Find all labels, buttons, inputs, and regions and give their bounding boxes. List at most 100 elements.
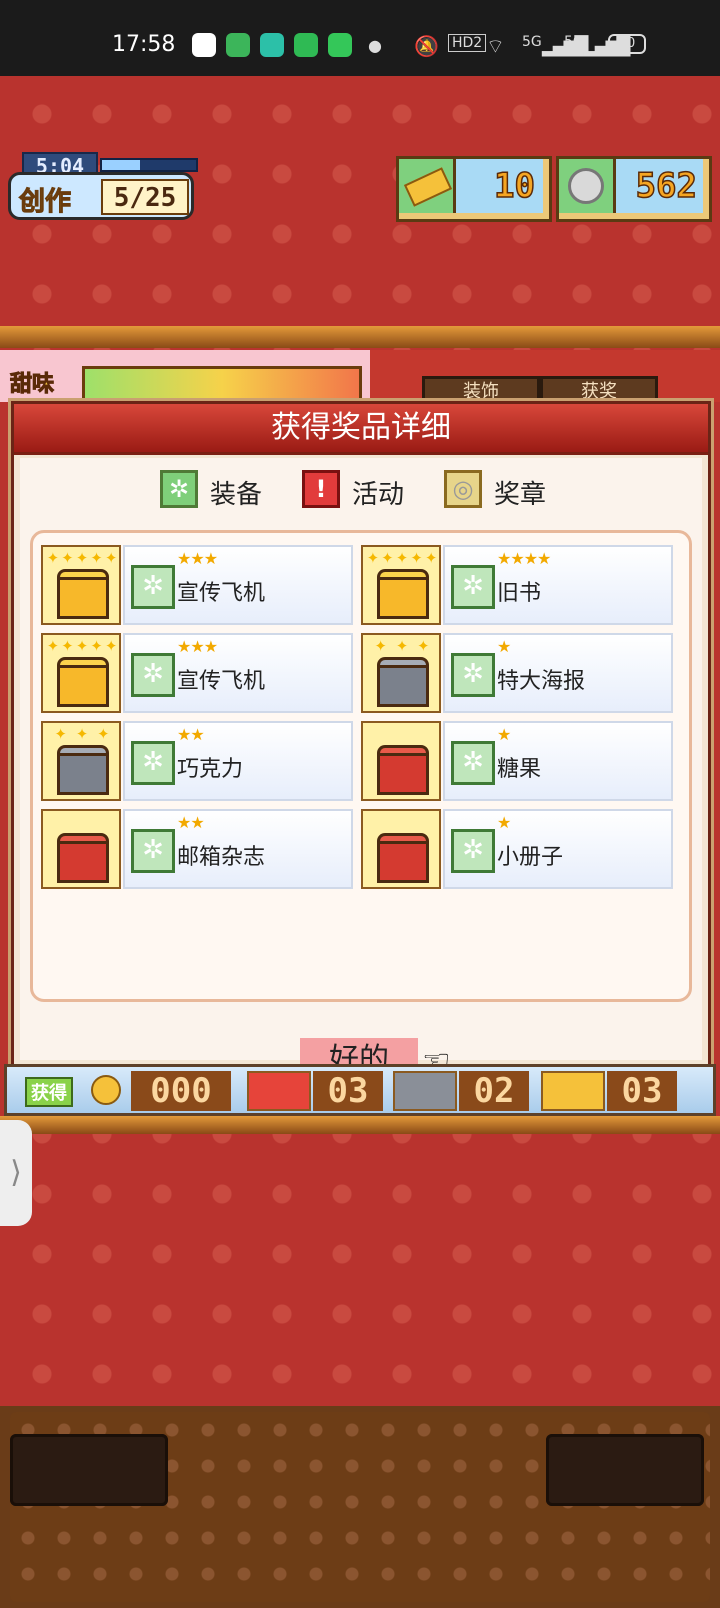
- battery-icon: 60: [608, 34, 646, 54]
- legend-event-label: 活动: [352, 480, 405, 510]
- gold-chest-icon: ✦✦✦✦✦: [41, 633, 121, 713]
- prize-item: ✲ ★ 小册子: [361, 809, 676, 891]
- red-chest-icon: [247, 1071, 311, 1111]
- modal-title: 获得奖品详细: [14, 404, 708, 455]
- prize-item: ✦✦✦✦✦ ✲ ★★★★ 旧书: [361, 545, 676, 627]
- shelf-divider: [0, 326, 720, 348]
- timer-bar: [100, 158, 198, 172]
- medal-counter[interactable]: 562: [556, 156, 712, 222]
- prize-name: 宣传飞机: [177, 669, 266, 694]
- silver-chest-icon: ✦ ✦ ✦: [41, 721, 121, 801]
- more-dot-icon: ●: [368, 36, 382, 55]
- gear-icon: ✲: [131, 829, 175, 873]
- gear-icon: ✲: [131, 741, 175, 785]
- mute-icon: 🔕: [414, 34, 439, 58]
- shelf-divider-lower: [0, 1116, 720, 1134]
- signal-5g-2: 5G: [564, 34, 584, 50]
- sparkles-icon: ✦✦✦✦✦: [46, 549, 120, 567]
- behind-panel-label: 甜味: [9, 372, 55, 398]
- signal-5g-1: 5G: [522, 34, 542, 50]
- legend-medal-label: 奖章: [494, 480, 547, 510]
- left-slot[interactable]: [10, 1434, 168, 1506]
- wifi-icon: ⌔: [486, 34, 505, 58]
- behind-tab-decorate: 装饰: [422, 376, 540, 402]
- gear-icon: ✲: [451, 565, 495, 609]
- rarity-stars: ★★: [177, 813, 205, 832]
- prize-item: ✦ ✦ ✦ ✲ ★★ 巧克力: [41, 721, 356, 803]
- phone-app-icon: [328, 33, 352, 57]
- prize-card: ✲ ★★★ 宣传飞机: [123, 633, 353, 713]
- prize-counter-bar: 获得 000 03 02 03: [4, 1064, 716, 1116]
- create-count: 5/25: [101, 179, 189, 215]
- prize-card: ✲ ★★ 巧克力: [123, 721, 353, 801]
- counter-label: 获得: [25, 1077, 73, 1107]
- message-app-icon: [226, 33, 250, 57]
- gear-icon: ✲: [451, 741, 495, 785]
- prize-item: ✦✦✦✦✦ ✲ ★★★ 宣传飞机: [41, 545, 356, 627]
- gear-icon: ✲: [131, 565, 175, 609]
- prize-name: 小册子: [497, 845, 564, 870]
- medal-icon: ◎: [444, 470, 482, 508]
- ticket-counter[interactable]: 10: [396, 156, 552, 222]
- red-chest-count: 03: [313, 1071, 383, 1111]
- create-panel: 创作 5/25: [8, 172, 194, 220]
- prize-card: ✲ ★★★★ 旧书: [443, 545, 673, 625]
- exclamation-icon: !: [302, 470, 340, 508]
- chat-app-icon: [260, 33, 284, 57]
- prize-card: ✲ ★ 小册子: [443, 809, 673, 889]
- prize-item: ✲ ★ 糖果: [361, 721, 676, 803]
- behind-tab-award: 获奖: [540, 376, 658, 402]
- rarity-stars: ★: [497, 637, 511, 656]
- medal-icon: [559, 159, 616, 213]
- rarity-stars: ★★★: [177, 637, 218, 656]
- gold-chest-icon: ✦✦✦✦✦: [361, 545, 441, 625]
- modal-body: ✲ 装备 ! 活动 ◎ 奖章 ✦✦✦✦✦ ✲ ★★★ 宣传飞机 ✦✦✦✦✦ ✲ ★★★★ 旧书…: [20, 458, 702, 1082]
- prize-name: 宣传飞机: [177, 581, 266, 606]
- gear-icon: ✲: [451, 829, 495, 873]
- gold-chest-icon: [541, 1071, 605, 1111]
- legend-equipment-label: 装备: [210, 480, 263, 510]
- gear-icon: ✲: [160, 470, 198, 508]
- prize-card: ✲ ★ 糖果: [443, 721, 673, 801]
- bottom-table: [0, 1406, 720, 1608]
- status-bar: 17:58 ● 🔕 HD2 ⌔ 5G ▂▄▆█ 5G ▂▄▆█ 60: [0, 0, 720, 76]
- gold-chest-count: 03: [607, 1071, 677, 1111]
- silver-chest-count: 02: [459, 1071, 529, 1111]
- sparkles-icon: ✦ ✦ ✦: [54, 725, 112, 743]
- prize-name: 巧克力: [177, 757, 244, 782]
- behind-panel: 甜味: [0, 350, 370, 402]
- red-chest-icon: [41, 809, 121, 889]
- silver-chest-icon: ✦ ✦ ✦: [361, 633, 441, 713]
- prize-details-modal: 获得奖品详细 ✲ 装备 ! 活动 ◎ 奖章 ✦✦✦✦✦ ✲ ★★★ 宣传飞机 ✦✦✦✦✦…: [11, 401, 711, 1082]
- silver-chest-icon: [393, 1071, 457, 1111]
- rarity-stars: ★: [497, 813, 511, 832]
- sparkles-icon: ✦✦✦✦✦: [366, 549, 440, 567]
- prize-name: 邮箱杂志: [177, 845, 266, 870]
- coin-count: 000: [131, 1071, 231, 1111]
- behind-meter: [82, 366, 362, 402]
- gear-icon: ✲: [451, 653, 495, 697]
- create-progress-hud[interactable]: 5:04 创作 5/25: [8, 152, 198, 220]
- rarity-stars: ★★★: [177, 549, 218, 568]
- rarity-stars: ★★★★: [497, 549, 551, 568]
- ticket-icon: [399, 159, 456, 213]
- right-slot[interactable]: [546, 1434, 704, 1506]
- prize-name: 特大海报: [497, 669, 586, 694]
- prize-card: ✲ ★ 特大海报: [443, 633, 673, 713]
- sparkles-icon: ✦ ✦ ✦: [374, 637, 432, 655]
- upload-app-icon: [294, 33, 318, 57]
- notification-app-icon: [192, 33, 216, 57]
- side-drawer-handle[interactable]: ⟩: [0, 1120, 32, 1226]
- prize-card: ✲ ★★ 邮箱杂志: [123, 809, 353, 889]
- prize-name: 糖果: [497, 757, 542, 782]
- coin-icon: [91, 1075, 121, 1105]
- gold-chest-icon: ✦✦✦✦✦: [41, 545, 121, 625]
- prize-item: ✲ ★★ 邮箱杂志: [41, 809, 356, 891]
- red-chest-icon: [361, 809, 441, 889]
- hd-badge: HD2: [448, 34, 487, 52]
- prize-name: 旧书: [497, 581, 542, 606]
- prize-item: ✦✦✦✦✦ ✲ ★★★ 宣传飞机: [41, 633, 356, 715]
- prize-list: ✦✦✦✦✦ ✲ ★★★ 宣传飞机 ✦✦✦✦✦ ✲ ★★★★ 旧书 ✦✦✦✦✦ ✲ ★★★ 宣传飞机 ✦ …: [30, 530, 692, 1002]
- sparkles-icon: ✦✦✦✦✦: [46, 637, 120, 655]
- legend: ✲ 装备 ! 活动 ◎ 奖章: [160, 470, 580, 514]
